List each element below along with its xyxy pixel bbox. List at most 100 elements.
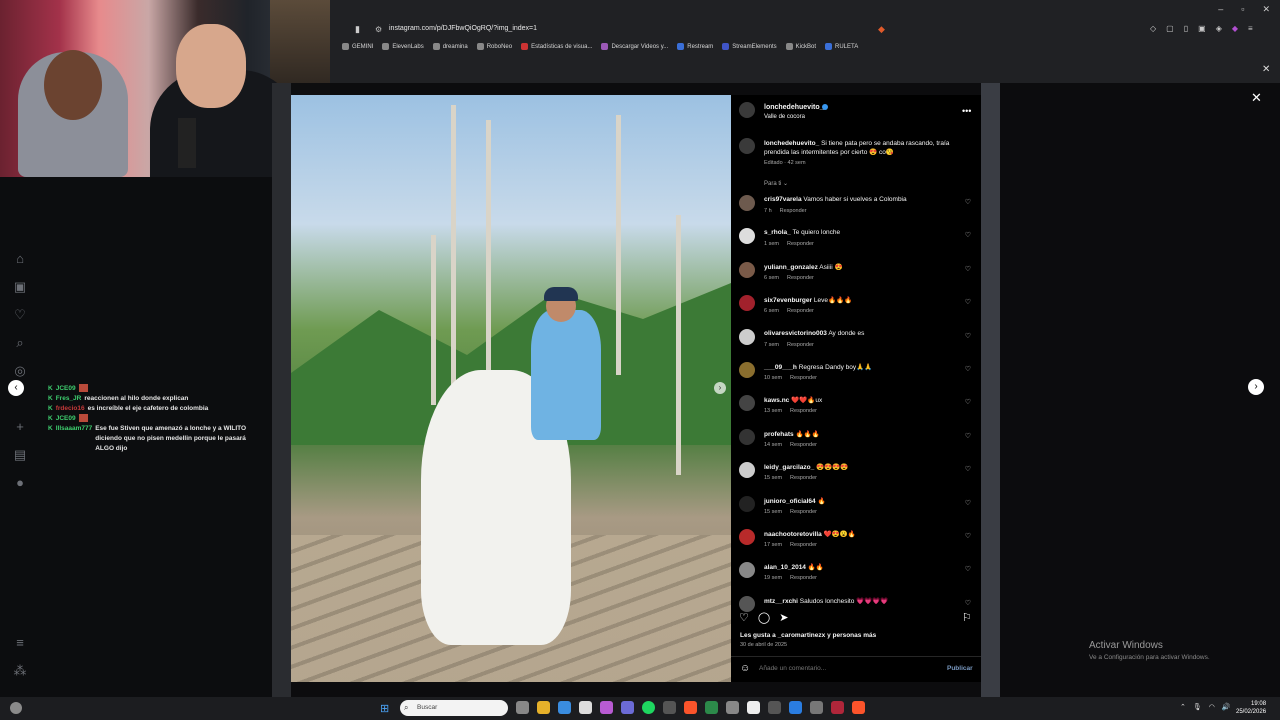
windows-start-icon[interactable]: ⊞ [380,702,389,715]
heart-icon[interactable]: ♡ [965,398,971,406]
heart-icon[interactable]: ♡ [965,565,971,573]
comment-username[interactable]: kaws.nc [764,397,789,404]
comment-username[interactable]: junioro_oficial64 [764,498,816,505]
avatar[interactable] [739,102,755,118]
heart-icon[interactable]: ♡ [965,265,971,273]
avatar[interactable] [739,428,755,445]
maximize-icon[interactable]: ▫ [1241,4,1244,15]
reply-button[interactable]: Responder [790,575,817,581]
menu-icon[interactable]: ≡ [12,635,28,651]
avatar[interactable] [739,195,755,211]
app-icon[interactable] [726,701,739,714]
avatar[interactable] [739,529,755,545]
heart-icon[interactable]: ♡ [965,532,971,540]
comment-username[interactable]: mtz__rxchi [764,598,798,605]
dashboard-icon[interactable]: ▤ [12,447,28,463]
reply-button[interactable]: Responder [790,408,817,414]
clock[interactable]: 19:08 25/02/2026 [1236,700,1266,716]
brave-icon[interactable] [684,701,697,714]
next-post-button[interactable]: › [1248,379,1264,395]
emoji-icon[interactable]: ☺ [740,663,750,674]
sidebar-icon[interactable]: ▯ [1184,24,1188,33]
reply-button[interactable]: Responder [790,509,817,515]
bookmark-gemini[interactable]: GEMINI [342,43,373,50]
reply-button[interactable]: Responder [787,342,814,348]
reply-button[interactable]: Responder [787,308,814,314]
avatar[interactable] [739,328,755,345]
comment-username[interactable]: alan_10_2014 [764,564,806,571]
minimize-icon[interactable]: – [1218,4,1223,15]
reply-button[interactable]: Responder [790,542,817,548]
likes-count[interactable]: Les gusta a _caromartinezx y personas má… [740,632,876,639]
publish-button[interactable]: Publicar [947,665,973,672]
app-icon[interactable] [600,701,613,714]
more-apps-icon[interactable]: ⁂ [12,663,28,679]
comment-username[interactable]: leidy_garcilazo_ [764,464,814,471]
file-explorer-icon[interactable] [537,701,550,714]
comment-username[interactable]: yuliann_gonzalez [764,264,818,271]
avatar[interactable] [739,462,755,479]
brave-icon[interactable] [852,701,865,714]
comment-username[interactable]: profehats [764,431,794,438]
edge-icon[interactable] [789,701,802,714]
app-icon[interactable] [663,701,676,714]
sort-dropdown[interactable]: Para ti ⌄ [764,180,788,187]
extension-icon[interactable]: ◇ [1150,24,1156,33]
app-icon[interactable] [747,701,760,714]
video-icon[interactable]: ▣ [12,279,28,295]
sidebar-toggle-icon[interactable]: ▮ [355,24,360,35]
reply-button[interactable]: Responder [790,375,817,381]
avatar[interactable] [739,395,755,412]
task-view-icon[interactable] [516,701,529,714]
vpn-icon[interactable]: ◈ [1216,24,1222,33]
bookmark-restream[interactable]: Restream [677,43,713,50]
explore-icon[interactable]: ◎ [12,363,28,379]
close-modal-icon[interactable]: ✕ [1251,90,1262,106]
comment-username[interactable]: naachootoretovilla [764,531,822,538]
wallet-icon[interactable]: ▣ [1198,24,1206,33]
avatar[interactable] [739,562,755,579]
extension-icon[interactable]: ▢ [1166,24,1174,33]
bookmark-ruleta[interactable]: RULETA [824,43,858,50]
mic-icon[interactable]: 🎙 [1193,703,1202,711]
heart-icon[interactable]: ♡ [965,298,971,306]
wifi-icon[interactable]: ◠ [1209,703,1215,711]
comment-username[interactable]: six7evenburger [764,297,812,304]
profile-icon[interactable]: ● [12,475,28,491]
share-icon[interactable]: ➤ [779,611,788,624]
bookmark-stats[interactable]: Estadísticas de visua... [521,43,592,50]
spotify-icon[interactable] [642,701,655,714]
chevron-up-icon[interactable]: ⌃ [1180,703,1186,711]
volume-icon[interactable]: 🔊 [1222,703,1231,711]
create-icon[interactable]: + [12,419,28,435]
reply-button[interactable]: Responder [790,475,817,481]
comment-icon[interactable]: ◯ [758,611,770,624]
notepad-icon[interactable] [579,701,592,714]
bookmark-download[interactable]: Descargar Videos y... [601,43,668,50]
leo-icon[interactable]: ◆ [1232,24,1238,33]
app-icon[interactable] [621,701,634,714]
heart-icon[interactable]: ♡ [965,499,971,507]
obs-icon[interactable] [810,701,823,714]
menu-icon[interactable]: ≡ [1248,24,1253,33]
comment-input[interactable] [759,665,909,672]
avatar[interactable] [739,595,755,612]
avatar[interactable] [739,362,755,378]
bookmark-streamelements[interactable]: StreamElements [722,43,777,50]
address-bar[interactable]: instagram.com/p/DJFbwQiOgRQ/?img_index=1 [389,25,537,32]
avatar[interactable] [739,495,755,512]
bookmark-kickbot[interactable]: KickBot [785,43,816,50]
search-icon[interactable]: ⌕ [12,335,28,351]
reply-button[interactable]: Responder [787,275,814,281]
reply-button[interactable]: Responder [790,442,817,448]
heart-icon[interactable]: ♡ [965,332,971,340]
avatar[interactable] [739,295,755,312]
more-options-icon[interactable]: ••• [962,106,971,116]
post-username[interactable]: lonchedehuevito_ [764,104,824,111]
comment-username[interactable]: cris97varela [764,196,802,203]
heart-icon[interactable]: ♡ [739,611,749,624]
app-icon[interactable] [558,701,571,714]
bookmark-roboneo[interactable]: RoboNeo [476,43,512,50]
heart-icon[interactable]: ♡ [965,198,971,206]
avatar[interactable] [739,138,755,154]
